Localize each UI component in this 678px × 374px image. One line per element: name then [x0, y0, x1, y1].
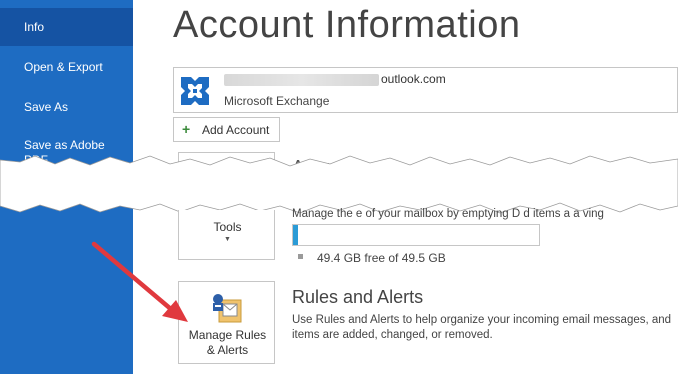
account-email-domain: outlook.com — [381, 72, 446, 86]
rules-alerts-heading: Rules and Alerts — [292, 287, 424, 307]
mailbox-usage-fill — [293, 225, 298, 245]
account-type: Microsoft Exchange — [224, 94, 330, 108]
legend-bullet-icon — [298, 254, 303, 259]
sidebar-item-label: Info — [24, 20, 45, 34]
tools-label: Tools — [213, 220, 242, 234]
exchange-icon — [178, 74, 212, 108]
redacted-email — [224, 74, 379, 86]
sidebar-item-save-as[interactable]: Save As — [0, 100, 133, 115]
mailbox-usage-bar — [292, 224, 540, 246]
sidebar-item-open-export[interactable]: Open & Export — [0, 60, 133, 75]
account-selector[interactable]: outlook.com Microsoft Exchange — [173, 67, 678, 113]
annotation-arrow-icon — [91, 241, 188, 322]
manage-rules-label: Manage Rules & Alerts — [188, 328, 267, 357]
sidebar-item-label: Save As — [24, 100, 69, 114]
sidebar-item-info[interactable]: Info — [0, 8, 133, 46]
rules-alerts-description: Use Rules and Alerts to help organize yo… — [292, 314, 672, 341]
add-account-label: Add Account — [202, 123, 270, 137]
page-title: Account Information — [173, 4, 521, 46]
plus-icon: + — [182, 121, 191, 137]
add-account-button[interactable]: + Add Account — [173, 117, 280, 142]
rules-alerts-icon — [213, 294, 242, 323]
mailbox-free-space: 49.4 GB free of 49.5 GB — [317, 251, 446, 265]
mailbox-cleanup-description: Manage the e of your mailbox by emptying… — [292, 208, 604, 220]
sidebar-item-label: Open & Export — [24, 60, 103, 74]
